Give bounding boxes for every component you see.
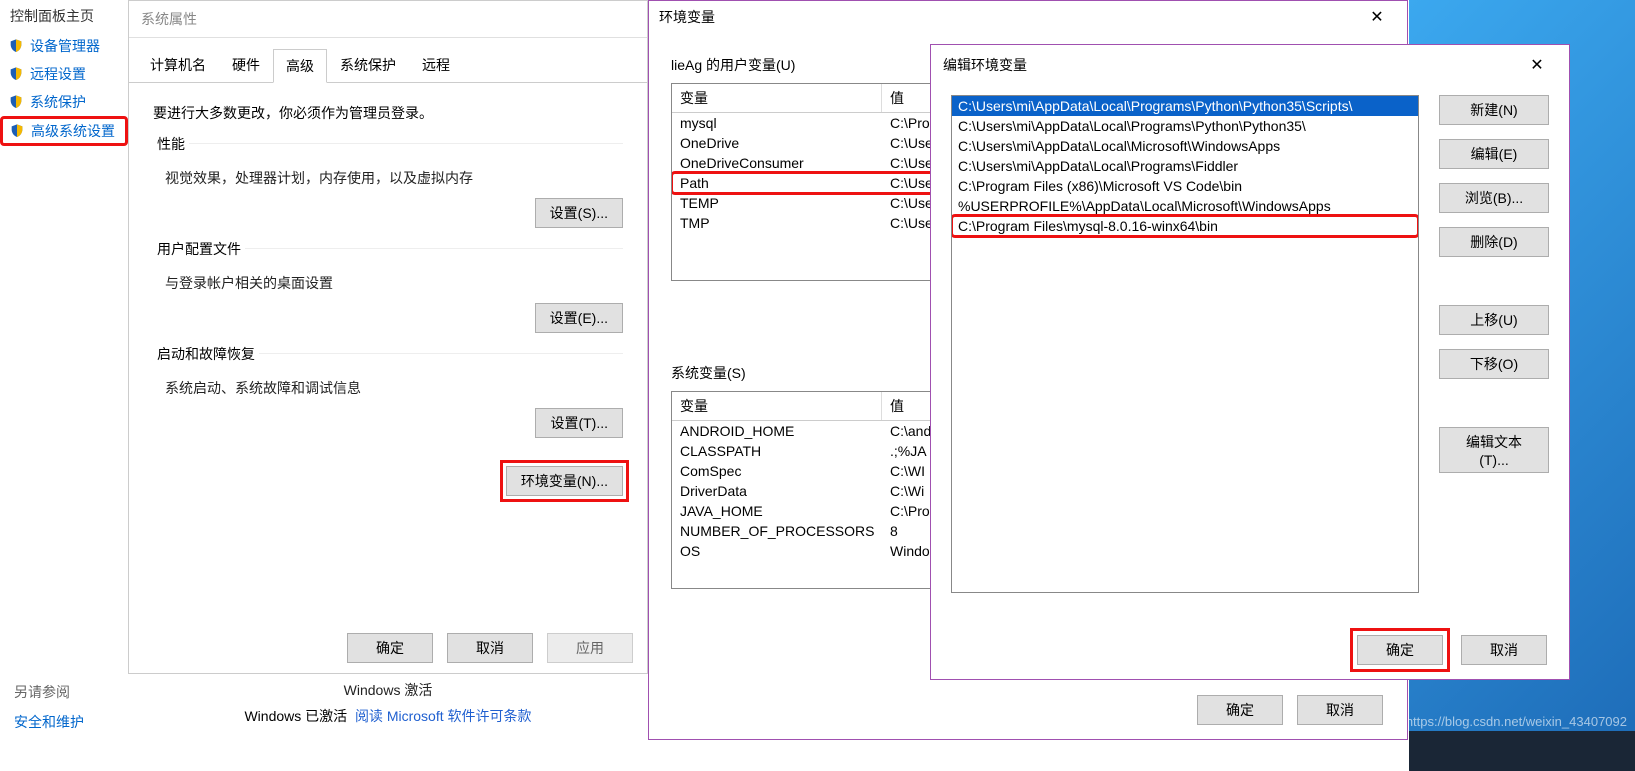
group-heading: 启动和故障恢复 [153,344,259,364]
control-panel-title: 控制面板主页 [0,0,128,32]
group-settings-button[interactable]: 设置(T)... [535,408,623,438]
sidebar-item-label: 高级系统设置 [31,121,115,141]
env-var-name: JAVA_HOME [672,501,882,521]
env-var-name: CLASSPATH [672,441,882,461]
path-delete-button[interactable]: 删除(D) [1439,227,1549,257]
env-ok-button[interactable]: 确定 [1197,695,1283,725]
activation-status: Windows 已激活 [244,708,347,724]
env-var-name: ComSpec [672,461,882,481]
path-item[interactable]: C:\Users\mi\AppData\Local\Programs\Pytho… [952,96,1418,116]
tab-计算机名[interactable]: 计算机名 [137,48,219,82]
sidebar-item-3[interactable]: 高级系统设置 [0,116,128,146]
path-moveup-button[interactable]: 上移(U) [1439,305,1549,335]
env-var-name: Path [672,173,882,193]
path-browse-button[interactable]: 浏览(B)... [1439,183,1549,213]
sysprops-ok-button[interactable]: 确定 [347,633,433,663]
sidebar-item-label: 系统保护 [30,92,86,112]
tab-高级[interactable]: 高级 [273,49,327,83]
path-movedown-button[interactable]: 下移(O) [1439,349,1549,379]
edit-ok-button[interactable]: 确定 [1357,635,1443,665]
edit-env-variable-dialog: 编辑环境变量 ✕ C:\Users\mi\AppData\Local\Progr… [930,44,1570,680]
env-var-name: OneDriveConsumer [672,153,882,173]
see-also-heading: 另请参阅 [14,682,84,702]
path-item[interactable]: C:\Users\mi\AppData\Local\Programs\Pytho… [952,116,1418,136]
sidebar-item-1[interactable]: 远程设置 [0,60,128,88]
see-also-section: 另请参阅 安全和维护 [0,676,98,738]
security-maintenance-link[interactable]: 安全和维护 [14,712,84,732]
group-heading: 用户配置文件 [153,239,245,259]
col-variable[interactable]: 变量 [672,84,882,112]
env-var-name: ANDROID_HOME [672,421,882,441]
path-item[interactable]: C:\Program Files\mysql-8.0.16-winx64\bin [952,216,1418,236]
env-var-name: OneDrive [672,133,882,153]
group-desc: 系统启动、系统故障和调试信息 [165,378,623,398]
sysprops-cancel-button[interactable]: 取消 [447,633,533,663]
close-icon[interactable]: ✕ [1517,55,1557,75]
env-variables-button[interactable]: 环境变量(N)... [506,466,623,496]
watermark-text: https://blog.csdn.net/weixin_43407092 [1406,714,1627,729]
group-settings-button[interactable]: 设置(E)... [535,303,623,333]
env-cancel-button[interactable]: 取消 [1297,695,1383,725]
close-icon[interactable]: ✕ [1357,7,1397,27]
taskbar[interactable] [1409,731,1635,771]
admin-note: 要进行大多数更改，你必须作为管理员登录。 [153,103,623,123]
env-var-name: DriverData [672,481,882,501]
system-properties-tabbar: 计算机名硬件高级系统保护远程 [129,48,647,83]
env-var-name: TEMP [672,193,882,213]
path-item[interactable]: C:\Program Files (x86)\Microsoft VS Code… [952,176,1418,196]
sidebar-item-0[interactable]: 设备管理器 [0,32,128,60]
group-heading: 性能 [153,134,189,154]
env-var-name: mysql [672,113,882,133]
path-item[interactable]: %USERPROFILE%\AppData\Local\Microsoft\Wi… [952,196,1418,216]
group-settings-button[interactable]: 设置(S)... [535,198,623,228]
activation-heading: Windows 激活 [128,680,648,700]
env-var-name: OS [672,541,882,561]
env-var-name: NUMBER_OF_PROCESSORS [672,521,882,541]
path-item[interactable]: C:\Users\mi\AppData\Local\Programs\Fiddl… [952,156,1418,176]
env-dialog-title: 环境变量 [659,7,715,27]
edit-dialog-title: 编辑环境变量 [943,55,1027,75]
path-list[interactable]: C:\Users\mi\AppData\Local\Programs\Pytho… [951,95,1419,593]
sidebar-item-2[interactable]: 系统保护 [0,88,128,116]
path-edit-button[interactable]: 编辑(E) [1439,139,1549,169]
tab-系统保护[interactable]: 系统保护 [327,48,409,82]
sysprops-apply-button[interactable]: 应用 [547,633,633,663]
col-variable[interactable]: 变量 [672,392,882,420]
sidebar-item-label: 设备管理器 [30,36,100,56]
windows-activation: Windows 激活 Windows 已激活 阅读 Microsoft 软件许可… [128,680,648,726]
group-desc: 视觉效果，处理器计划，内存使用，以及虚拟内存 [165,168,623,188]
path-item[interactable]: C:\Users\mi\AppData\Local\Microsoft\Wind… [952,136,1418,156]
path-edit-text-button[interactable]: 编辑文本(T)... [1439,427,1549,473]
path-new-button[interactable]: 新建(N) [1439,95,1549,125]
system-properties-title: 系统属性 [129,1,647,38]
edit-cancel-button[interactable]: 取消 [1461,635,1547,665]
tab-硬件[interactable]: 硬件 [219,48,273,82]
license-terms-link[interactable]: 阅读 Microsoft 软件许可条款 [355,708,532,724]
sidebar-item-label: 远程设置 [30,64,86,84]
group-desc: 与登录帐户相关的桌面设置 [165,273,623,293]
tab-远程[interactable]: 远程 [409,48,463,82]
system-properties-dialog: 系统属性 计算机名硬件高级系统保护远程 要进行大多数更改，你必须作为管理员登录。… [128,0,648,674]
env-var-name: TMP [672,213,882,233]
control-panel-sidebar: 控制面板主页 设备管理器远程设置系统保护高级系统设置 [0,0,128,146]
